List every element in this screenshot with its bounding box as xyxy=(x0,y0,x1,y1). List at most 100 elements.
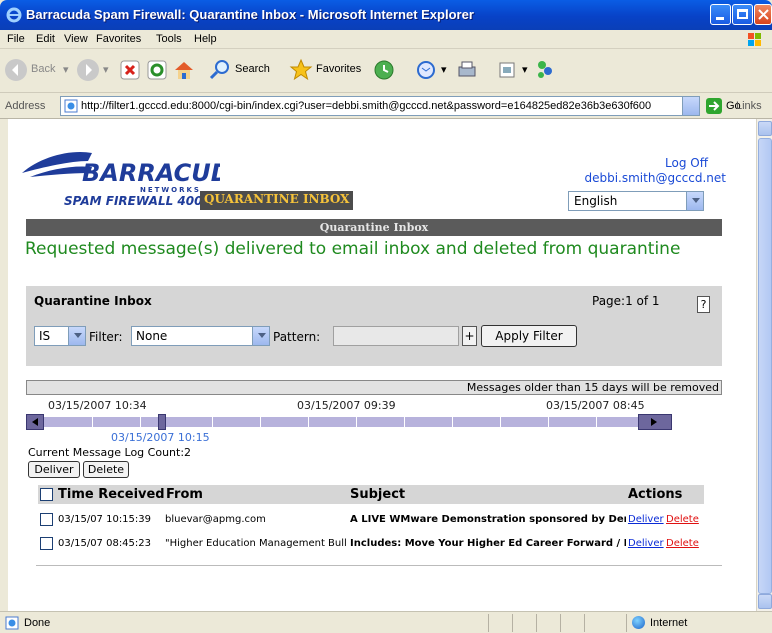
address-dropdown-icon[interactable] xyxy=(682,97,699,115)
address-input[interactable]: http://filter1.gcccd.edu:8000/cgi-bin/in… xyxy=(60,96,700,116)
maximize-icon xyxy=(737,9,748,19)
table-header: Time Received From Subject Actions xyxy=(38,485,704,504)
language-select[interactable]: English xyxy=(568,191,704,211)
timeline-tick xyxy=(260,414,261,430)
row-subject[interactable]: A LIVE WMware Demonstration sponsored by… xyxy=(350,514,626,525)
chevron-down-icon xyxy=(68,327,85,345)
timeline-tick xyxy=(548,414,549,430)
messenger-icon[interactable] xyxy=(533,58,557,82)
tab-quarantine-inbox[interactable]: QUARANTINE INBOX xyxy=(200,191,354,210)
delete-button[interactable]: Delete xyxy=(83,461,129,478)
help-button[interactable]: ? xyxy=(697,296,710,313)
internet-zone-icon xyxy=(632,616,645,629)
go-arrow-icon xyxy=(706,98,722,114)
security-zone: Internet xyxy=(650,617,688,629)
back-arrow-icon[interactable] xyxy=(4,58,28,82)
home-icon[interactable] xyxy=(172,58,196,82)
header-subject[interactable]: Subject xyxy=(350,487,405,502)
vertical-scrollbar[interactable] xyxy=(756,119,772,611)
menu-view[interactable]: View xyxy=(64,33,88,45)
mail-dropdown-icon[interactable]: ▾ xyxy=(441,63,447,76)
menu-favorites[interactable]: Favorites xyxy=(96,33,141,45)
page-viewport: BARRACUDA NETWORKS SPAM FIREWALL 400 Log… xyxy=(8,119,756,611)
scroll-up-button[interactable] xyxy=(758,121,772,136)
status-bar: Done Internet xyxy=(0,611,772,633)
logo-brand: BARRACUDA xyxy=(82,159,220,187)
log-off-link[interactable]: Log Off xyxy=(665,156,708,170)
row-delete-link[interactable]: Delete xyxy=(666,538,699,549)
deliver-button[interactable]: Deliver xyxy=(28,461,80,478)
filter-label: Filter: xyxy=(89,330,123,344)
operator-select[interactable]: IS xyxy=(34,326,86,346)
message-timeline[interactable] xyxy=(26,414,722,431)
refresh-icon[interactable] xyxy=(145,58,169,82)
search-icon[interactable] xyxy=(208,58,232,82)
forward-arrow-icon[interactable] xyxy=(76,58,100,82)
status-message: Requested message(s) delivered to email … xyxy=(25,239,681,259)
window-title: Barracuda Spam Firewall: Quarantine Inbo… xyxy=(26,7,474,22)
barracuda-logo: BARRACUDA NETWORKS SPAM FIREWALL 400 xyxy=(22,151,220,207)
row-deliver-link[interactable]: Deliver xyxy=(628,514,664,525)
mail-icon[interactable] xyxy=(416,58,440,82)
minimize-button[interactable] xyxy=(710,4,731,25)
timeline-right-button[interactable] xyxy=(638,414,672,430)
menu-tools[interactable]: Tools xyxy=(156,33,182,45)
favorites-button-label[interactable]: Favorites xyxy=(316,63,361,75)
toolbar: Back ▾ ▾ Search Favorites ▾ ▾ xyxy=(0,49,772,93)
row-deliver-link[interactable]: Deliver xyxy=(628,538,664,549)
stop-icon[interactable] xyxy=(118,58,142,82)
timeline-start-date: 03/15/2007 10:34 xyxy=(48,399,147,412)
pattern-input[interactable] xyxy=(333,326,459,346)
menu-help[interactable]: Help xyxy=(194,33,217,45)
page-done-icon xyxy=(5,616,19,630)
retention-notice: Messages older than 15 days will be remo… xyxy=(26,380,722,395)
timeline-mid-date: 03/15/2007 09:39 xyxy=(297,399,396,412)
minimize-icon xyxy=(716,17,724,20)
scroll-thumb[interactable] xyxy=(758,138,772,594)
back-dropdown-icon[interactable]: ▾ xyxy=(63,63,69,76)
maximize-button[interactable] xyxy=(732,4,753,25)
retention-text: Messages older than 15 days will be remo… xyxy=(466,381,719,394)
print-icon[interactable] xyxy=(455,58,479,82)
timeline-track[interactable] xyxy=(44,417,656,427)
apply-filter-button[interactable]: Apply Filter xyxy=(481,325,577,347)
address-url[interactable]: http://filter1.gcccd.edu:8000/cgi-bin/in… xyxy=(81,100,679,112)
timeline-tick xyxy=(356,414,357,430)
status-divider xyxy=(584,614,585,632)
filter-select[interactable]: None xyxy=(131,326,270,346)
menu-file[interactable]: File xyxy=(7,33,25,45)
search-button-label[interactable]: Search xyxy=(235,63,270,75)
close-button[interactable] xyxy=(754,4,772,25)
user-email: debbi.smith@gcccd.net xyxy=(584,171,726,185)
title-bar: Barracuda Spam Firewall: Quarantine Inbo… xyxy=(0,0,772,30)
row-checkbox[interactable] xyxy=(40,513,53,526)
row-subject[interactable]: Includes: Move Your Higher Ed Career For… xyxy=(350,538,626,549)
back-button-label[interactable]: Back xyxy=(31,63,55,75)
header-from[interactable]: From xyxy=(166,487,203,502)
status-divider xyxy=(512,614,513,632)
row-delete-link[interactable]: Delete xyxy=(666,514,699,525)
links-label[interactable]: Links xyxy=(736,100,762,112)
timeline-marker[interactable] xyxy=(158,414,166,430)
menu-bar: File Edit View Favorites Tools Help xyxy=(0,30,772,49)
timeline-tick xyxy=(404,414,405,430)
header-time[interactable]: Time Received xyxy=(58,487,165,502)
log-count: Current Message Log Count:2 xyxy=(28,446,192,459)
edit-dropdown-icon[interactable]: ▾ xyxy=(522,63,528,76)
status-divider xyxy=(560,614,561,632)
row-checkbox[interactable] xyxy=(40,537,53,550)
select-all-checkbox[interactable] xyxy=(40,488,53,501)
forward-dropdown-icon[interactable]: ▾ xyxy=(103,63,109,76)
history-icon[interactable] xyxy=(372,58,396,82)
favorites-star-icon[interactable] xyxy=(289,58,313,82)
timeline-left-button[interactable] xyxy=(26,414,44,430)
menu-edit[interactable]: Edit xyxy=(36,33,55,45)
page-icon xyxy=(64,99,78,113)
timeline-end-date: 03/15/2007 08:45 xyxy=(546,399,645,412)
table-row: 03/15/07 08:45:23 "Higher Education Mana… xyxy=(38,533,704,555)
status-divider xyxy=(626,614,627,632)
edit-page-icon[interactable] xyxy=(495,58,519,82)
add-pattern-button[interactable]: + xyxy=(462,326,477,346)
scroll-down-button[interactable] xyxy=(758,594,772,609)
panel-title: Quarantine Inbox xyxy=(34,294,152,308)
